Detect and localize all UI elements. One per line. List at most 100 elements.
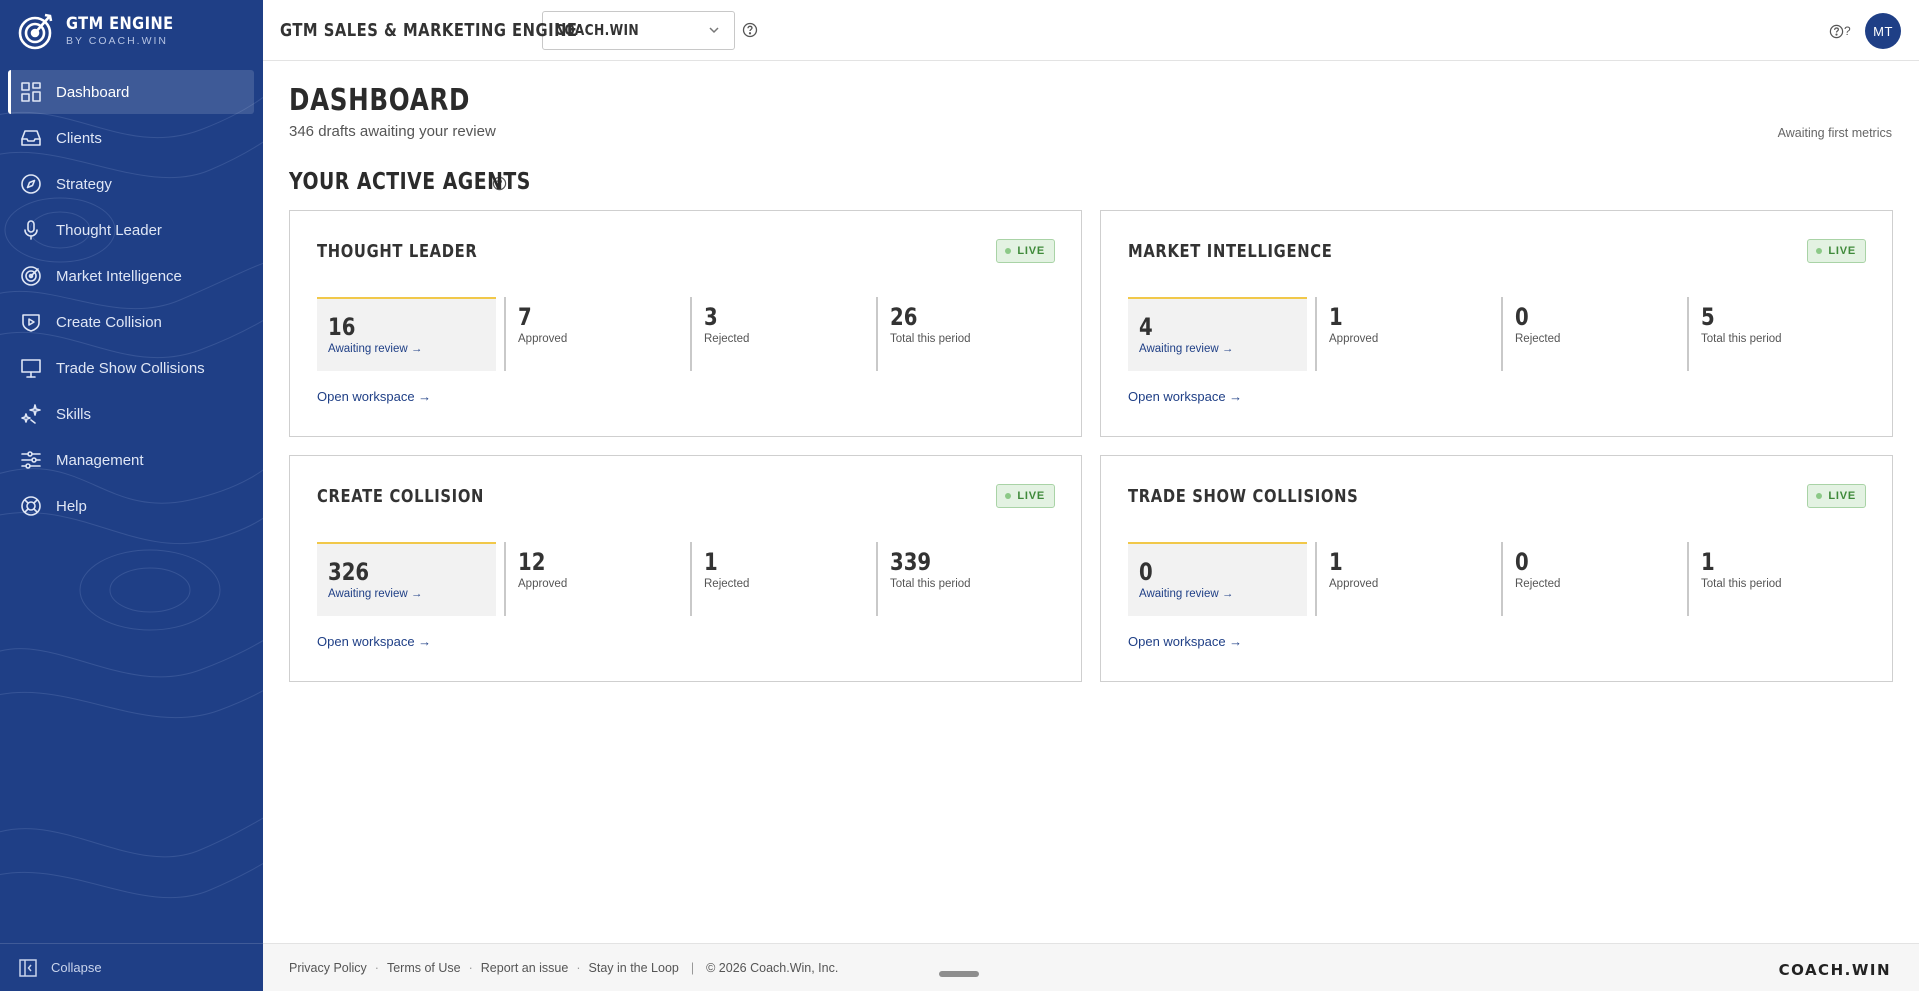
brand-title: GTM ENGINE (66, 13, 174, 34)
total-stat: 26 Total this period (876, 297, 1063, 371)
status-label: LIVE (1017, 245, 1045, 257)
status-dot (1005, 493, 1012, 499)
open-workspace-link[interactable]: Open workspace → (1128, 389, 1242, 404)
page-subtitle: 346 drafts awaiting your review (289, 123, 496, 140)
avatar[interactable]: MT (1865, 13, 1901, 49)
sidebar-item-trade-show-collisions[interactable]: Trade Show Collisions (8, 346, 254, 390)
sidebar-item-label: Create Collision (56, 313, 162, 331)
open-workspace-link[interactable]: Open workspace → (317, 634, 431, 649)
awaiting-review-stat[interactable]: 4 Awaiting review → (1128, 297, 1307, 371)
awaiting-review-stat[interactable]: 0 Awaiting review → (1128, 542, 1307, 616)
status-dot (1816, 248, 1823, 254)
awaiting-count: 0 (1139, 558, 1153, 586)
sidebar-item-label: Thought Leader (56, 221, 162, 239)
brand-subtitle: BY COACH.WIN (66, 34, 168, 47)
total-count: 26 (890, 303, 918, 331)
main-content: DASHBOARD 346 drafts awaiting your revie… (263, 61, 1919, 943)
sidebar-item-thought-leader[interactable]: Thought Leader (8, 208, 254, 252)
total-label: Total this period (890, 333, 971, 345)
footer-separator: · (468, 960, 473, 975)
sidebar-item-label: Strategy (56, 175, 112, 193)
awaiting-review-stat[interactable]: 326 Awaiting review → (317, 542, 496, 616)
collapse-icon (19, 958, 37, 977)
footer-separator: · (374, 960, 379, 975)
rejected-count: 1 (704, 548, 718, 576)
sparkles-icon (20, 403, 42, 425)
microphone-icon (20, 219, 42, 241)
rejected-label: Rejected (704, 333, 750, 345)
sidebar-item-dashboard[interactable]: Dashboard (8, 70, 254, 114)
approved-label: Approved (518, 333, 568, 345)
approved-stat: 1 Approved (1315, 542, 1502, 616)
total-label: Total this period (1701, 333, 1782, 345)
question-circle-icon (1829, 24, 1844, 38)
sidebar-item-management[interactable]: Management (8, 438, 254, 482)
rejected-count: 3 (704, 303, 718, 331)
lifebuoy-icon (20, 495, 42, 517)
awaiting-count: 16 (328, 313, 356, 341)
open-workspace-link[interactable]: Open workspace → (317, 389, 431, 404)
status-badge: LIVE (996, 484, 1055, 508)
approved-count: 7 (518, 303, 532, 331)
status-label: LIVE (1828, 245, 1856, 257)
awaiting-review-stat[interactable]: 16 Awaiting review → (317, 297, 496, 371)
metrics-note: Awaiting first metrics (1777, 126, 1892, 140)
footer-divider: | (690, 960, 695, 975)
awaiting-count: 4 (1139, 313, 1153, 341)
status-badge: LIVE (1807, 239, 1866, 263)
rejected-label: Rejected (704, 578, 750, 590)
agent-title: CREATE COLLISION (317, 485, 485, 507)
rejected-label: Rejected (1515, 578, 1561, 590)
sidebar-item-skills[interactable]: Skills (8, 392, 254, 436)
rejected-stat: 1 Rejected (690, 542, 877, 616)
awaiting-label: Awaiting review → (328, 343, 423, 355)
section-title-text: YOUR ACTIVE AGENTS (289, 169, 531, 195)
collapse-button[interactable]: Collapse (0, 943, 263, 991)
sliders-icon (20, 449, 42, 471)
page-title: DASHBOARD (289, 83, 471, 118)
total-label: Total this period (1701, 578, 1782, 590)
collapse-label: Collapse (51, 960, 102, 975)
privacy-policy-link[interactable]: Privacy Policy (289, 961, 367, 975)
terms-of-use-link[interactable]: Terms of Use (387, 961, 461, 975)
approved-label: Approved (1329, 333, 1379, 345)
brand[interactable]: GTM ENGINE BY COACH.WIN (16, 10, 191, 52)
rejected-stat: 0 Rejected (1501, 297, 1688, 371)
approved-stat: 7 Approved (504, 297, 691, 371)
total-label: Total this period (890, 578, 971, 590)
sidebar-item-create-collision[interactable]: Create Collision (8, 300, 254, 344)
footer-brand-logo: COACH.WIN (1778, 961, 1891, 979)
sidebar-item-label: Clients (56, 129, 102, 147)
sidebar: GTM ENGINE BY COACH.WIN Dashboard Client… (0, 0, 263, 991)
sidebar-item-strategy[interactable]: Strategy (8, 162, 254, 206)
awaiting-label: Awaiting review → (1139, 588, 1234, 600)
report-issue-link[interactable]: Report an issue (481, 961, 569, 975)
status-dot (1816, 493, 1823, 499)
compass-icon (20, 173, 42, 195)
total-count: 1 (1701, 548, 1715, 576)
footer: Privacy Policy · Terms of Use · Report a… (263, 943, 1919, 991)
sidebar-item-market-intelligence[interactable]: Market Intelligence (8, 254, 254, 298)
help-button[interactable]: ? (1829, 22, 1853, 40)
sidebar-item-label: Management (56, 451, 144, 469)
question-circle-icon[interactable] (742, 22, 758, 38)
approved-count: 1 (1329, 548, 1343, 576)
total-stat: 339 Total this period (876, 542, 1063, 616)
drag-handle[interactable] (939, 971, 979, 977)
agent-title: MARKET INTELLIGENCE (1128, 240, 1333, 262)
client-select-value: COACH.WIN (555, 21, 640, 39)
status-label: LIVE (1017, 490, 1045, 502)
approved-stat: 1 Approved (1315, 297, 1502, 371)
awaiting-label: Awaiting review → (1139, 343, 1234, 355)
awaiting-label: Awaiting review → (328, 588, 423, 600)
stay-in-the-loop-link[interactable]: Stay in the Loop (589, 961, 679, 975)
status-label: LIVE (1828, 490, 1856, 502)
target-arrow-icon (18, 13, 53, 50)
top-header: GTM SALES & MARKETING ENGINE COACH.WIN ?… (263, 0, 1919, 61)
sidebar-item-clients[interactable]: Clients (8, 116, 254, 160)
client-select[interactable]: COACH.WIN (542, 10, 735, 50)
sidebar-item-label: Help (56, 497, 87, 515)
open-workspace-link[interactable]: Open workspace → (1128, 634, 1242, 649)
radar-icon (20, 265, 42, 287)
sidebar-item-help[interactable]: Help (8, 484, 254, 528)
